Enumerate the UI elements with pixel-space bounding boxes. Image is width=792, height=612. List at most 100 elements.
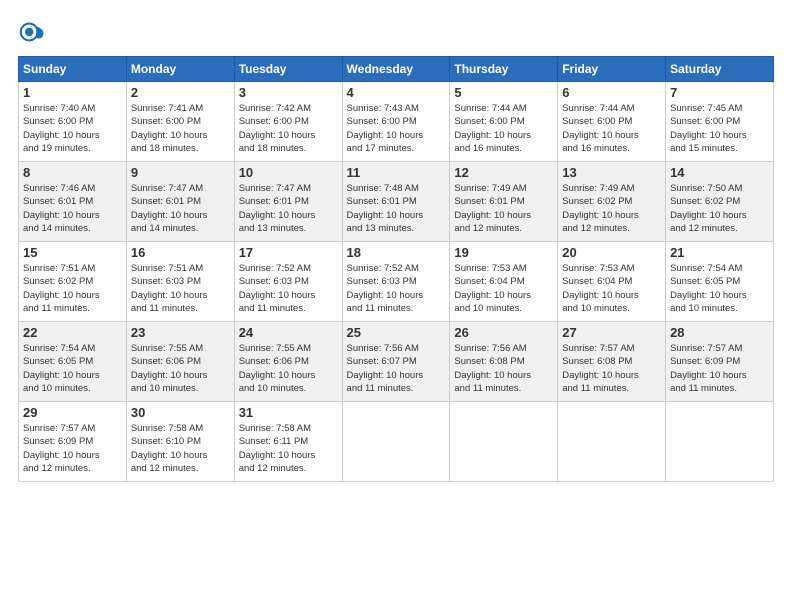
calendar-cell: 2 Sunrise: 7:41 AM Sunset: 6:00 PM Dayli…: [126, 82, 234, 162]
day-number: 22: [23, 325, 122, 340]
day-number: 1: [23, 85, 122, 100]
day-number: 2: [131, 85, 230, 100]
day-number: 11: [347, 165, 446, 180]
calendar-header-row: SundayMondayTuesdayWednesdayThursdayFrid…: [19, 57, 774, 82]
day-number: 30: [131, 405, 230, 420]
day-info: Sunrise: 7:46 AM Sunset: 6:01 PM Dayligh…: [23, 182, 122, 235]
day-number: 18: [347, 245, 446, 260]
day-info: Sunrise: 7:55 AM Sunset: 6:06 PM Dayligh…: [239, 342, 338, 395]
calendar-cell: 8 Sunrise: 7:46 AM Sunset: 6:01 PM Dayli…: [19, 162, 127, 242]
calendar-week-row: 22 Sunrise: 7:54 AM Sunset: 6:05 PM Dayl…: [19, 322, 774, 402]
logo: [18, 18, 50, 46]
calendar-week-row: 29 Sunrise: 7:57 AM Sunset: 6:09 PM Dayl…: [19, 402, 774, 482]
day-number: 8: [23, 165, 122, 180]
day-info: Sunrise: 7:53 AM Sunset: 6:04 PM Dayligh…: [562, 262, 661, 315]
calendar-cell: 1 Sunrise: 7:40 AM Sunset: 6:00 PM Dayli…: [19, 82, 127, 162]
calendar-cell: 10 Sunrise: 7:47 AM Sunset: 6:01 PM Dayl…: [234, 162, 342, 242]
day-number: 4: [347, 85, 446, 100]
calendar-cell: 3 Sunrise: 7:42 AM Sunset: 6:00 PM Dayli…: [234, 82, 342, 162]
calendar-cell: [666, 402, 774, 482]
day-of-week-header: Saturday: [666, 57, 774, 82]
day-of-week-header: Monday: [126, 57, 234, 82]
day-info: Sunrise: 7:51 AM Sunset: 6:03 PM Dayligh…: [131, 262, 230, 315]
day-info: Sunrise: 7:44 AM Sunset: 6:00 PM Dayligh…: [562, 102, 661, 155]
calendar-cell: [450, 402, 558, 482]
day-number: 7: [670, 85, 769, 100]
day-info: Sunrise: 7:57 AM Sunset: 6:09 PM Dayligh…: [670, 342, 769, 395]
day-number: 23: [131, 325, 230, 340]
day-number: 15: [23, 245, 122, 260]
day-info: Sunrise: 7:57 AM Sunset: 6:09 PM Dayligh…: [23, 422, 122, 475]
day-info: Sunrise: 7:40 AM Sunset: 6:00 PM Dayligh…: [23, 102, 122, 155]
calendar-cell: 17 Sunrise: 7:52 AM Sunset: 6:03 PM Dayl…: [234, 242, 342, 322]
calendar-cell: 30 Sunrise: 7:58 AM Sunset: 6:10 PM Dayl…: [126, 402, 234, 482]
calendar-cell: 24 Sunrise: 7:55 AM Sunset: 6:06 PM Dayl…: [234, 322, 342, 402]
day-info: Sunrise: 7:48 AM Sunset: 6:01 PM Dayligh…: [347, 182, 446, 235]
calendar-cell: 18 Sunrise: 7:52 AM Sunset: 6:03 PM Dayl…: [342, 242, 450, 322]
calendar-cell: 5 Sunrise: 7:44 AM Sunset: 6:00 PM Dayli…: [450, 82, 558, 162]
day-info: Sunrise: 7:47 AM Sunset: 6:01 PM Dayligh…: [131, 182, 230, 235]
day-of-week-header: Thursday: [450, 57, 558, 82]
calendar-cell: 15 Sunrise: 7:51 AM Sunset: 6:02 PM Dayl…: [19, 242, 127, 322]
calendar-cell: [342, 402, 450, 482]
day-info: Sunrise: 7:57 AM Sunset: 6:08 PM Dayligh…: [562, 342, 661, 395]
day-of-week-header: Friday: [558, 57, 666, 82]
day-info: Sunrise: 7:49 AM Sunset: 6:02 PM Dayligh…: [562, 182, 661, 235]
calendar-cell: 19 Sunrise: 7:53 AM Sunset: 6:04 PM Dayl…: [450, 242, 558, 322]
calendar-cell: 9 Sunrise: 7:47 AM Sunset: 6:01 PM Dayli…: [126, 162, 234, 242]
day-number: 31: [239, 405, 338, 420]
day-info: Sunrise: 7:54 AM Sunset: 6:05 PM Dayligh…: [670, 262, 769, 315]
day-number: 24: [239, 325, 338, 340]
day-number: 6: [562, 85, 661, 100]
day-number: 27: [562, 325, 661, 340]
day-info: Sunrise: 7:42 AM Sunset: 6:00 PM Dayligh…: [239, 102, 338, 155]
day-info: Sunrise: 7:58 AM Sunset: 6:10 PM Dayligh…: [131, 422, 230, 475]
day-info: Sunrise: 7:44 AM Sunset: 6:00 PM Dayligh…: [454, 102, 553, 155]
calendar-week-row: 1 Sunrise: 7:40 AM Sunset: 6:00 PM Dayli…: [19, 82, 774, 162]
day-info: Sunrise: 7:55 AM Sunset: 6:06 PM Dayligh…: [131, 342, 230, 395]
calendar-cell: [558, 402, 666, 482]
day-number: 10: [239, 165, 338, 180]
day-number: 3: [239, 85, 338, 100]
calendar-cell: 12 Sunrise: 7:49 AM Sunset: 6:01 PM Dayl…: [450, 162, 558, 242]
day-number: 20: [562, 245, 661, 260]
calendar-cell: 29 Sunrise: 7:57 AM Sunset: 6:09 PM Dayl…: [19, 402, 127, 482]
calendar-week-row: 15 Sunrise: 7:51 AM Sunset: 6:02 PM Dayl…: [19, 242, 774, 322]
day-info: Sunrise: 7:50 AM Sunset: 6:02 PM Dayligh…: [670, 182, 769, 235]
day-info: Sunrise: 7:58 AM Sunset: 6:11 PM Dayligh…: [239, 422, 338, 475]
day-info: Sunrise: 7:43 AM Sunset: 6:00 PM Dayligh…: [347, 102, 446, 155]
page: SundayMondayTuesdayWednesdayThursdayFrid…: [0, 0, 792, 612]
day-number: 28: [670, 325, 769, 340]
calendar-week-row: 8 Sunrise: 7:46 AM Sunset: 6:01 PM Dayli…: [19, 162, 774, 242]
day-number: 5: [454, 85, 553, 100]
day-number: 29: [23, 405, 122, 420]
day-number: 26: [454, 325, 553, 340]
day-number: 9: [131, 165, 230, 180]
day-number: 14: [670, 165, 769, 180]
day-info: Sunrise: 7:56 AM Sunset: 6:08 PM Dayligh…: [454, 342, 553, 395]
day-of-week-header: Sunday: [19, 57, 127, 82]
calendar-cell: 13 Sunrise: 7:49 AM Sunset: 6:02 PM Dayl…: [558, 162, 666, 242]
calendar-cell: 14 Sunrise: 7:50 AM Sunset: 6:02 PM Dayl…: [666, 162, 774, 242]
day-info: Sunrise: 7:45 AM Sunset: 6:00 PM Dayligh…: [670, 102, 769, 155]
calendar-cell: 27 Sunrise: 7:57 AM Sunset: 6:08 PM Dayl…: [558, 322, 666, 402]
calendar-cell: 16 Sunrise: 7:51 AM Sunset: 6:03 PM Dayl…: [126, 242, 234, 322]
day-info: Sunrise: 7:49 AM Sunset: 6:01 PM Dayligh…: [454, 182, 553, 235]
day-number: 12: [454, 165, 553, 180]
day-number: 17: [239, 245, 338, 260]
day-info: Sunrise: 7:51 AM Sunset: 6:02 PM Dayligh…: [23, 262, 122, 315]
day-info: Sunrise: 7:47 AM Sunset: 6:01 PM Dayligh…: [239, 182, 338, 235]
calendar-cell: 6 Sunrise: 7:44 AM Sunset: 6:00 PM Dayli…: [558, 82, 666, 162]
calendar-cell: 25 Sunrise: 7:56 AM Sunset: 6:07 PM Dayl…: [342, 322, 450, 402]
day-info: Sunrise: 7:56 AM Sunset: 6:07 PM Dayligh…: [347, 342, 446, 395]
day-of-week-header: Tuesday: [234, 57, 342, 82]
calendar-cell: 21 Sunrise: 7:54 AM Sunset: 6:05 PM Dayl…: [666, 242, 774, 322]
calendar-cell: 7 Sunrise: 7:45 AM Sunset: 6:00 PM Dayli…: [666, 82, 774, 162]
header: [18, 18, 774, 46]
logo-icon: [18, 18, 46, 46]
day-number: 21: [670, 245, 769, 260]
calendar-cell: 22 Sunrise: 7:54 AM Sunset: 6:05 PM Dayl…: [19, 322, 127, 402]
day-number: 16: [131, 245, 230, 260]
calendar-cell: 28 Sunrise: 7:57 AM Sunset: 6:09 PM Dayl…: [666, 322, 774, 402]
day-info: Sunrise: 7:53 AM Sunset: 6:04 PM Dayligh…: [454, 262, 553, 315]
